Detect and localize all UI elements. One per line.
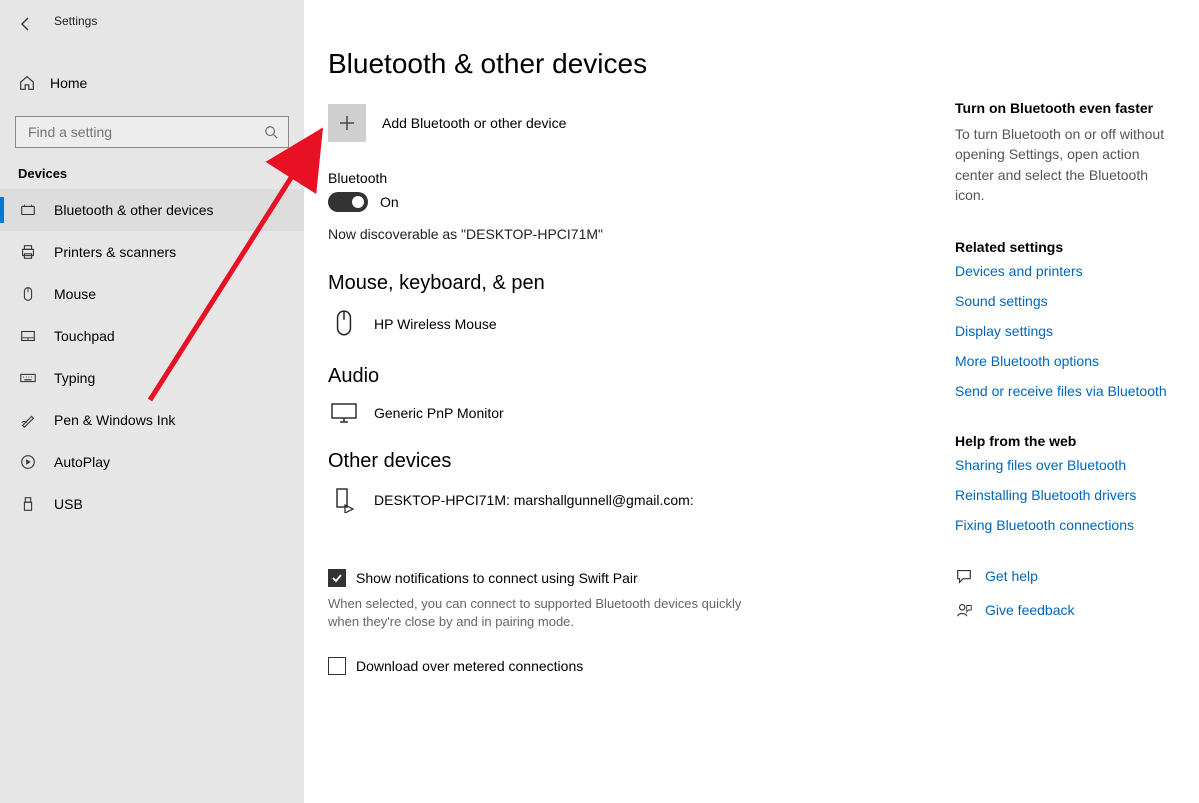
link-reinstall-drivers[interactable]: Reinstalling Bluetooth drivers xyxy=(955,487,1175,503)
info-panel: Turn on Bluetooth even faster To turn Bl… xyxy=(955,100,1175,635)
sidebar-item-autoplay[interactable]: AutoPlay xyxy=(0,441,304,483)
home-link[interactable]: Home xyxy=(0,64,304,102)
sidebar-item-pen[interactable]: Pen & Windows Ink xyxy=(0,399,304,441)
device-label: DESKTOP-HPCI71M: marshallgunnell@gmail.c… xyxy=(374,492,694,508)
keyboard-icon xyxy=(18,369,38,387)
device-generic-icon xyxy=(330,487,358,513)
sidebar-item-label: Typing xyxy=(54,370,95,386)
sidebar-item-touchpad[interactable]: Touchpad xyxy=(0,315,304,357)
page-title: Bluetooth & other devices xyxy=(328,48,1175,80)
home-icon xyxy=(18,74,36,92)
metered-checkbox[interactable] xyxy=(328,657,346,675)
get-help-label: Get help xyxy=(985,568,1038,584)
link-sound-settings[interactable]: Sound settings xyxy=(955,293,1175,309)
sidebar-item-label: USB xyxy=(54,496,83,512)
link-send-files[interactable]: Send or receive files via Bluetooth xyxy=(955,383,1175,399)
home-label: Home xyxy=(50,75,87,91)
give-feedback-label: Give feedback xyxy=(985,602,1075,618)
sidebar-item-label: Printers & scanners xyxy=(54,244,176,260)
help-title: Help from the web xyxy=(955,433,1175,449)
related-title: Related settings xyxy=(955,239,1175,255)
category-label: Devices xyxy=(0,148,304,189)
link-fixing-connections[interactable]: Fixing Bluetooth connections xyxy=(955,517,1175,533)
get-help-link[interactable]: Get help xyxy=(955,567,1175,585)
search-icon xyxy=(264,125,278,139)
give-feedback-link[interactable]: Give feedback xyxy=(955,601,1175,619)
link-sharing-files[interactable]: Sharing files over Bluetooth xyxy=(955,457,1175,473)
sidebar-item-mouse[interactable]: Mouse xyxy=(0,273,304,315)
swift-pair-checkbox[interactable] xyxy=(328,569,346,587)
autoplay-icon xyxy=(18,453,38,471)
chat-icon xyxy=(955,567,973,585)
touchpad-icon xyxy=(18,327,38,345)
swift-pair-label: Show notifications to connect using Swif… xyxy=(356,570,638,586)
pen-icon xyxy=(18,411,38,429)
sidebar-item-printers[interactable]: Printers & scanners xyxy=(0,231,304,273)
sidebar-item-label: AutoPlay xyxy=(54,454,110,470)
feedback-icon xyxy=(955,601,973,619)
swift-pair-desc: When selected, you can connect to suppor… xyxy=(328,595,748,631)
printer-icon xyxy=(18,243,38,261)
device-label: HP Wireless Mouse xyxy=(374,316,497,332)
bluetooth-toggle[interactable] xyxy=(328,192,368,212)
window-title: Settings xyxy=(54,14,97,28)
add-device-button[interactable] xyxy=(328,104,366,142)
search-box[interactable] xyxy=(15,116,289,148)
link-devices-printers[interactable]: Devices and printers xyxy=(955,263,1175,279)
sidebar-item-label: Bluetooth & other devices xyxy=(54,202,214,218)
arrow-left-icon xyxy=(18,16,34,32)
back-button[interactable] xyxy=(6,8,46,40)
sidebar: Settings Home Devices Bluetooth & other … xyxy=(0,0,304,803)
plus-icon xyxy=(338,114,356,132)
link-display-settings[interactable]: Display settings xyxy=(955,323,1175,339)
metered-label: Download over metered connections xyxy=(356,658,583,674)
sidebar-item-label: Pen & Windows Ink xyxy=(54,412,175,428)
metered-row[interactable]: Download over metered connections xyxy=(328,657,1175,675)
link-more-bluetooth[interactable]: More Bluetooth options xyxy=(955,353,1175,369)
sidebar-item-typing[interactable]: Typing xyxy=(0,357,304,399)
mouse-icon xyxy=(18,285,38,303)
bluetooth-devices-icon xyxy=(18,201,38,219)
tip-text: To turn Bluetooth on or off without open… xyxy=(955,124,1175,205)
monitor-icon xyxy=(330,402,358,424)
sidebar-item-bluetooth[interactable]: Bluetooth & other devices xyxy=(0,189,304,231)
sidebar-item-label: Touchpad xyxy=(54,328,115,344)
sidebar-item-label: Mouse xyxy=(54,286,96,302)
sidebar-item-usb[interactable]: USB xyxy=(0,483,304,525)
mouse-device-icon xyxy=(330,309,358,339)
device-label: Generic PnP Monitor xyxy=(374,405,504,421)
usb-icon xyxy=(18,495,38,513)
check-icon xyxy=(331,572,343,584)
search-input[interactable] xyxy=(26,123,253,141)
add-device-label: Add Bluetooth or other device xyxy=(382,115,566,131)
bluetooth-state: On xyxy=(380,194,399,210)
tip-title: Turn on Bluetooth even faster xyxy=(955,100,1175,116)
